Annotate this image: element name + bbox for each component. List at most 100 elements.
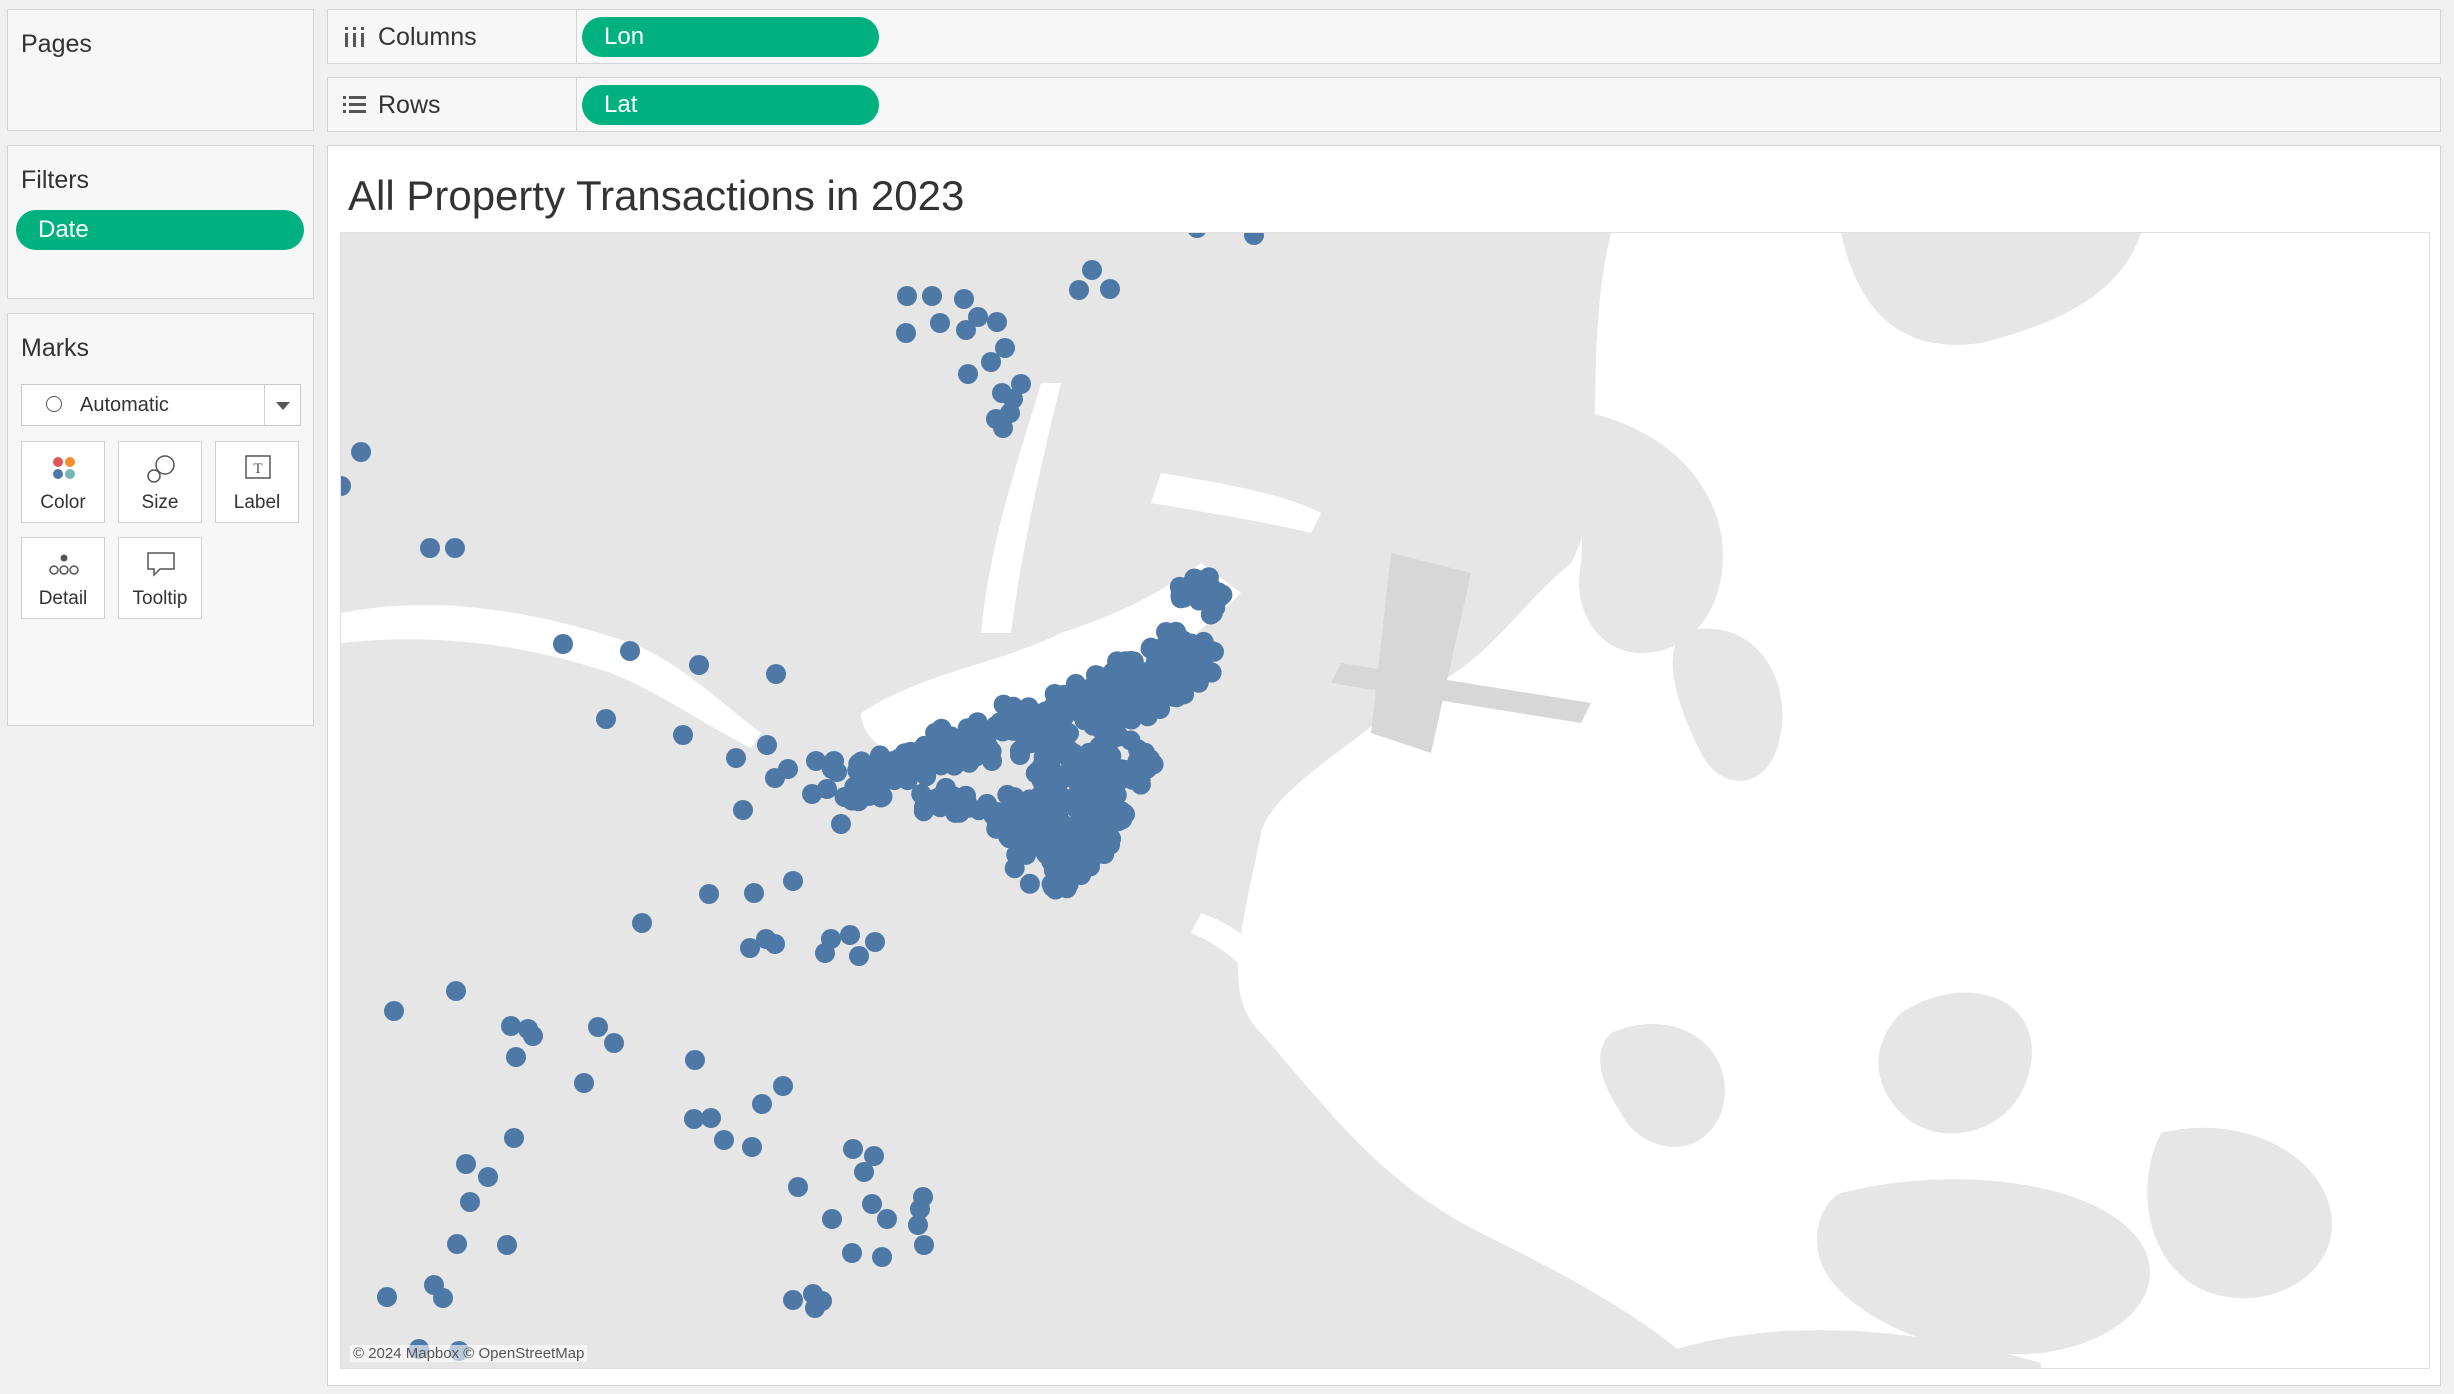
transaction-point[interactable]: [977, 793, 997, 814]
columns-shelf[interactable]: Columns Lon: [327, 9, 2441, 64]
transaction-point[interactable]: [632, 913, 652, 933]
transaction-point[interactable]: [1069, 280, 1089, 300]
map-canvas[interactable]: [341, 233, 2430, 1369]
transaction-point[interactable]: [854, 1162, 874, 1182]
transaction-point[interactable]: [588, 1017, 608, 1037]
transaction-point[interactable]: [930, 797, 951, 818]
transaction-point[interactable]: [987, 312, 1007, 332]
map-view[interactable]: © 2024 Mapbox © OpenStreetMap: [340, 232, 2430, 1369]
transaction-point[interactable]: [1161, 634, 1182, 655]
transaction-point[interactable]: [840, 925, 860, 945]
transaction-point[interactable]: [865, 932, 885, 952]
transaction-point[interactable]: [684, 1109, 704, 1129]
transaction-point[interactable]: [733, 800, 753, 820]
transaction-point[interactable]: [1092, 757, 1113, 778]
transaction-point[interactable]: [1019, 873, 1040, 894]
transaction-point[interactable]: [446, 981, 466, 1001]
transaction-point[interactable]: [986, 818, 1007, 839]
mark-type-dropdown[interactable]: Automatic: [21, 384, 301, 426]
transaction-point[interactable]: [523, 1026, 543, 1046]
transaction-point[interactable]: [1137, 679, 1158, 700]
transaction-point[interactable]: [971, 743, 992, 764]
transaction-point[interactable]: [783, 1290, 803, 1310]
transaction-point[interactable]: [870, 775, 891, 796]
transaction-point[interactable]: [673, 725, 693, 745]
transaction-point[interactable]: [831, 814, 851, 834]
transaction-point[interactable]: [744, 883, 764, 903]
transaction-point[interactable]: [553, 634, 573, 654]
filter-pill-date[interactable]: Date: [16, 210, 304, 250]
transaction-point[interactable]: [377, 1287, 397, 1307]
transaction-point[interactable]: [460, 1192, 480, 1212]
transaction-point[interactable]: [958, 364, 978, 384]
transaction-point[interactable]: [714, 1130, 734, 1150]
transaction-point[interactable]: [497, 1235, 517, 1255]
transaction-point[interactable]: [604, 1033, 624, 1053]
rows-pill-lat[interactable]: Lat: [582, 85, 879, 125]
transaction-point[interactable]: [914, 1235, 934, 1255]
transaction-point[interactable]: [1076, 836, 1097, 857]
transaction-point[interactable]: [506, 1047, 526, 1067]
transaction-point[interactable]: [1127, 751, 1148, 772]
transaction-point[interactable]: [1180, 581, 1201, 602]
transaction-point[interactable]: [872, 1247, 892, 1267]
transaction-point[interactable]: [817, 779, 837, 799]
size-button[interactable]: Size: [118, 441, 202, 523]
transaction-point[interactable]: [1083, 799, 1104, 820]
transaction-point[interactable]: [870, 745, 890, 766]
transaction-point[interactable]: [1090, 687, 1110, 708]
transaction-point[interactable]: [842, 1243, 862, 1263]
transaction-point[interactable]: [447, 1234, 467, 1254]
transaction-point[interactable]: [788, 1177, 808, 1197]
transaction-point[interactable]: [1166, 659, 1187, 680]
transaction-point[interactable]: [877, 1209, 897, 1229]
transaction-point[interactable]: [1198, 567, 1219, 588]
transaction-point[interactable]: [596, 709, 616, 729]
transaction-point[interactable]: [1060, 869, 1081, 890]
transaction-point[interactable]: [689, 655, 709, 675]
transaction-point[interactable]: [824, 751, 844, 771]
transaction-point[interactable]: [1166, 687, 1187, 708]
transaction-point[interactable]: [844, 776, 865, 797]
transaction-point[interactable]: [1005, 808, 1026, 829]
transaction-point[interactable]: [742, 1137, 762, 1157]
transaction-point[interactable]: [1040, 717, 1061, 738]
transaction-point[interactable]: [773, 1076, 793, 1096]
transaction-point[interactable]: [478, 1167, 498, 1187]
chevron-down-icon[interactable]: [276, 402, 290, 410]
transaction-point[interactable]: [433, 1288, 453, 1308]
transaction-point[interactable]: [783, 871, 803, 891]
transaction-point[interactable]: [765, 768, 785, 788]
transaction-point[interactable]: [1201, 640, 1222, 661]
transaction-point[interactable]: [574, 1073, 594, 1093]
transaction-point[interactable]: [968, 307, 988, 327]
transaction-point[interactable]: [351, 442, 371, 462]
transaction-point[interactable]: [765, 934, 785, 954]
color-button[interactable]: Color: [21, 441, 105, 523]
columns-pill-lon[interactable]: Lon: [582, 17, 879, 57]
transaction-point[interactable]: [1100, 279, 1120, 299]
transaction-point[interactable]: [941, 751, 962, 772]
transaction-point[interactable]: [1019, 789, 1040, 810]
tooltip-button[interactable]: Tooltip: [118, 537, 202, 619]
transaction-point[interactable]: [897, 286, 917, 306]
transaction-point[interactable]: [815, 943, 835, 963]
transaction-point[interactable]: [993, 418, 1013, 438]
transaction-point[interactable]: [1181, 642, 1202, 663]
transaction-point[interactable]: [908, 1215, 928, 1235]
transaction-point[interactable]: [997, 784, 1018, 805]
transaction-point[interactable]: [954, 289, 974, 309]
transaction-point[interactable]: [896, 323, 916, 343]
transaction-point[interactable]: [766, 664, 786, 684]
transaction-point[interactable]: [981, 352, 1001, 372]
transaction-point[interactable]: [1003, 389, 1023, 409]
transaction-point[interactable]: [862, 1194, 882, 1214]
transaction-point[interactable]: [1022, 717, 1043, 738]
transaction-point[interactable]: [1006, 844, 1027, 865]
transaction-point[interactable]: [822, 1209, 842, 1229]
transaction-point[interactable]: [916, 766, 937, 787]
transaction-point[interactable]: [1050, 765, 1071, 786]
transaction-point[interactable]: [504, 1128, 524, 1148]
rows-shelf[interactable]: Rows Lat: [327, 77, 2441, 132]
transaction-point[interactable]: [1084, 712, 1105, 733]
